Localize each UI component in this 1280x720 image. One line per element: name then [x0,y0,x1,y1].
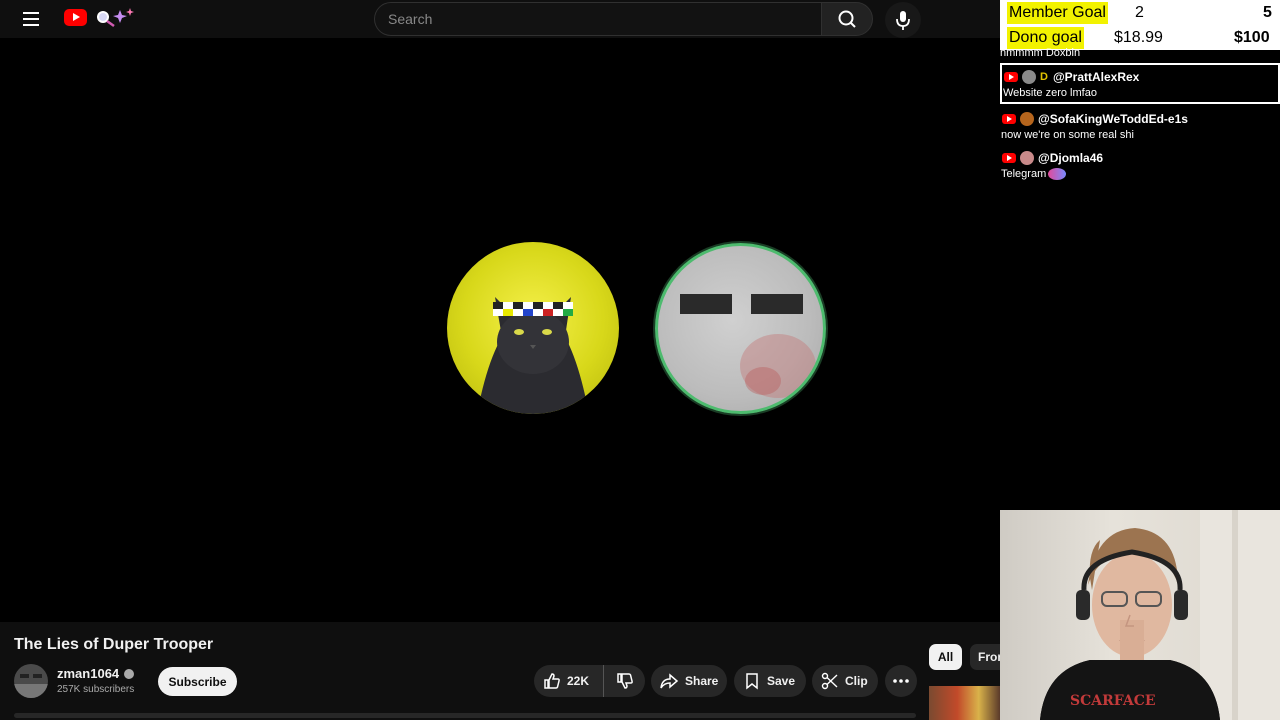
video-title: The Lies of Duper Trooper [14,636,214,653]
search-input[interactable] [388,3,808,35]
chat-badge: D [1040,70,1048,83]
chat-author: @PrattAlexRex [1052,69,1140,84]
chat-avatar [1020,150,1034,165]
youtube-icon [1004,71,1018,82]
scissors-icon [821,672,838,690]
channel-avatar[interactable] [14,664,48,698]
chat-author: @Djomla46 [1038,150,1104,165]
menu-icon[interactable] [19,8,43,30]
verified-badge-icon [124,669,134,679]
dono-goal-target: $100 [1234,29,1270,46]
like-button[interactable]: 22K [534,665,604,697]
chat-avatar [1022,69,1036,84]
chat-text: now we're on some real shi [1001,129,1134,141]
search-button[interactable] [821,2,873,36]
mask-avatar-image [655,243,826,414]
youtube-icon [1002,113,1016,124]
thumbs-down-icon [616,673,633,689]
subscriber-count: 257K subscribers [57,684,135,695]
svg-text:SCARFACE: SCARFACE [1070,693,1156,709]
like-count: 22K [567,674,590,688]
member-goal-label: Member Goal [1007,2,1108,24]
share-label: Share [685,674,719,688]
share-button[interactable]: Share [651,665,727,697]
like-dislike-group: 22K [534,665,645,697]
chat-message: @SofaKingWeToddEd-e1s now we're on some … [1000,110,1280,144]
subscribe-button[interactable]: Subscribe [158,667,237,696]
clip-label: Clip [845,674,868,688]
chat-message: @Djomla46 Telegram [1000,149,1280,183]
more-actions-button[interactable] [885,665,917,697]
save-button[interactable]: Save [734,665,806,697]
youtube-logo[interactable] [64,9,87,26]
chat-text: Telegram [1001,168,1047,180]
youtube-icon [1002,152,1016,163]
cat-avatar-image [447,242,619,414]
goals-widget: Member Goal 2 5 Dono goal $18.99 $100 [1000,0,1280,50]
bookmark-icon [746,673,758,690]
search-box [374,2,822,36]
chat-text-row: Telegram [1000,166,1280,182]
dono-goal-current: $18.99 [1114,29,1163,46]
dono-goal-label: Dono goal [1007,27,1084,49]
top-bar [0,0,1000,38]
share-icon [660,673,679,689]
doodle-sparkle-icon [97,8,134,28]
voice-search-button[interactable] [885,2,921,38]
webcam-feed: SCARFACE [1000,510,1280,720]
member-goal-current: 2 [1135,4,1144,21]
dislike-button[interactable] [604,665,645,697]
save-label: Save [767,674,796,688]
chip-from[interactable]: From [970,644,1000,670]
loading-bar [14,713,916,718]
chat-author: @SofaKingWeToddEd-e1s [1038,111,1188,126]
chat-message-cutoff: hmmmm Doxbin [1000,47,1081,59]
search-icon [838,10,856,28]
chat-avatar [1020,111,1034,126]
microphone-icon [896,11,910,30]
more-horizontal-icon [893,679,909,683]
member-goal-target: 5 [1263,4,1272,21]
clip-button[interactable]: Clip [812,665,878,697]
channel-name[interactable]: zman1064 [57,666,119,681]
recommended-thumbnail[interactable] [929,686,1000,720]
emote-icon [1048,168,1067,180]
chat-message: D @PrattAlexRex Website zero lmfao [1000,63,1280,104]
thumbs-up-icon [544,673,560,689]
chat-text: Website zero lmfao [1003,87,1097,99]
chip-all[interactable]: All [929,644,962,670]
